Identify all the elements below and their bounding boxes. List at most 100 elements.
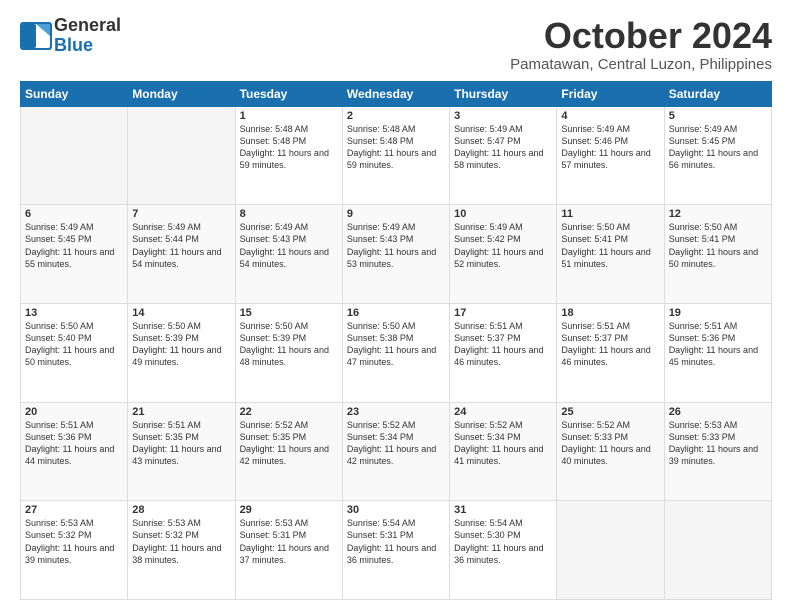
location: Pamatawan, Central Luzon, Philippines [510,56,772,73]
day-number: 23 [347,406,445,418]
table-row: 1 Sunrise: 5:48 AM Sunset: 5:48 PM Dayli… [235,106,342,205]
day-number: 15 [240,307,338,319]
table-row [557,501,664,600]
table-row: 4 Sunrise: 5:49 AM Sunset: 5:46 PM Dayli… [557,106,664,205]
day-number: 14 [132,307,230,319]
table-row: 17 Sunrise: 5:51 AM Sunset: 5:37 PM Dayl… [450,303,557,402]
cell-content: Sunrise: 5:54 AM Sunset: 5:31 PM Dayligh… [347,517,445,566]
table-row: 26 Sunrise: 5:53 AM Sunset: 5:33 PM Dayl… [664,402,771,501]
cell-content: Sunrise: 5:49 AM Sunset: 5:45 PM Dayligh… [669,123,767,172]
day-number: 19 [669,307,767,319]
cell-content: Sunrise: 5:53 AM Sunset: 5:32 PM Dayligh… [25,517,123,566]
table-row: 10 Sunrise: 5:49 AM Sunset: 5:42 PM Dayl… [450,205,557,304]
table-row: 11 Sunrise: 5:50 AM Sunset: 5:41 PM Dayl… [557,205,664,304]
table-row: 12 Sunrise: 5:50 AM Sunset: 5:41 PM Dayl… [664,205,771,304]
logo: General Blue [20,16,121,56]
cell-content: Sunrise: 5:49 AM Sunset: 5:42 PM Dayligh… [454,221,552,270]
cell-content: Sunrise: 5:49 AM Sunset: 5:44 PM Dayligh… [132,221,230,270]
header: General Blue October 2024 Pamatawan, Cen… [20,16,772,73]
cell-content: Sunrise: 5:49 AM Sunset: 5:43 PM Dayligh… [347,221,445,270]
cell-content: Sunrise: 5:48 AM Sunset: 5:48 PM Dayligh… [240,123,338,172]
day-number: 9 [347,208,445,220]
cell-content: Sunrise: 5:54 AM Sunset: 5:30 PM Dayligh… [454,517,552,566]
cell-content: Sunrise: 5:51 AM Sunset: 5:37 PM Dayligh… [454,320,552,369]
cell-content: Sunrise: 5:48 AM Sunset: 5:48 PM Dayligh… [347,123,445,172]
table-row: 22 Sunrise: 5:52 AM Sunset: 5:35 PM Dayl… [235,402,342,501]
table-row [128,106,235,205]
table-row [21,106,128,205]
cell-content: Sunrise: 5:53 AM Sunset: 5:32 PM Dayligh… [132,517,230,566]
cell-content: Sunrise: 5:51 AM Sunset: 5:36 PM Dayligh… [669,320,767,369]
day-number: 3 [454,110,552,122]
day-number: 20 [25,406,123,418]
day-number: 7 [132,208,230,220]
day-number: 22 [240,406,338,418]
cell-content: Sunrise: 5:51 AM Sunset: 5:35 PM Dayligh… [132,419,230,468]
table-row: 3 Sunrise: 5:49 AM Sunset: 5:47 PM Dayli… [450,106,557,205]
cell-content: Sunrise: 5:50 AM Sunset: 5:41 PM Dayligh… [561,221,659,270]
title-block: October 2024 Pamatawan, Central Luzon, P… [510,16,772,73]
cell-content: Sunrise: 5:49 AM Sunset: 5:45 PM Dayligh… [25,221,123,270]
calendar-week-row: 20 Sunrise: 5:51 AM Sunset: 5:36 PM Dayl… [21,402,772,501]
table-row: 5 Sunrise: 5:49 AM Sunset: 5:45 PM Dayli… [664,106,771,205]
col-thursday: Thursday [450,81,557,106]
cell-content: Sunrise: 5:50 AM Sunset: 5:40 PM Dayligh… [25,320,123,369]
day-number: 24 [454,406,552,418]
day-number: 17 [454,307,552,319]
cell-content: Sunrise: 5:51 AM Sunset: 5:37 PM Dayligh… [561,320,659,369]
cell-content: Sunrise: 5:49 AM Sunset: 5:46 PM Dayligh… [561,123,659,172]
day-number: 11 [561,208,659,220]
day-number: 21 [132,406,230,418]
logo-blue: Blue [54,35,93,55]
col-sunday: Sunday [21,81,128,106]
day-number: 27 [25,504,123,516]
cell-content: Sunrise: 5:49 AM Sunset: 5:43 PM Dayligh… [240,221,338,270]
day-number: 18 [561,307,659,319]
day-number: 29 [240,504,338,516]
table-row [664,501,771,600]
cell-content: Sunrise: 5:52 AM Sunset: 5:34 PM Dayligh… [454,419,552,468]
day-number: 16 [347,307,445,319]
table-row: 28 Sunrise: 5:53 AM Sunset: 5:32 PM Dayl… [128,501,235,600]
cell-content: Sunrise: 5:50 AM Sunset: 5:38 PM Dayligh… [347,320,445,369]
table-row: 16 Sunrise: 5:50 AM Sunset: 5:38 PM Dayl… [342,303,449,402]
calendar-week-row: 6 Sunrise: 5:49 AM Sunset: 5:45 PM Dayli… [21,205,772,304]
table-row: 23 Sunrise: 5:52 AM Sunset: 5:34 PM Dayl… [342,402,449,501]
cell-content: Sunrise: 5:50 AM Sunset: 5:41 PM Dayligh… [669,221,767,270]
col-tuesday: Tuesday [235,81,342,106]
col-friday: Friday [557,81,664,106]
cell-content: Sunrise: 5:50 AM Sunset: 5:39 PM Dayligh… [132,320,230,369]
cell-content: Sunrise: 5:52 AM Sunset: 5:34 PM Dayligh… [347,419,445,468]
month-title: October 2024 [510,16,772,56]
cell-content: Sunrise: 5:50 AM Sunset: 5:39 PM Dayligh… [240,320,338,369]
logo-icon [20,22,52,50]
table-row: 9 Sunrise: 5:49 AM Sunset: 5:43 PM Dayli… [342,205,449,304]
day-number: 4 [561,110,659,122]
table-row: 14 Sunrise: 5:50 AM Sunset: 5:39 PM Dayl… [128,303,235,402]
day-number: 8 [240,208,338,220]
col-monday: Monday [128,81,235,106]
cell-content: Sunrise: 5:53 AM Sunset: 5:33 PM Dayligh… [669,419,767,468]
day-number: 10 [454,208,552,220]
logo-general: General [54,15,121,35]
cell-content: Sunrise: 5:52 AM Sunset: 5:35 PM Dayligh… [240,419,338,468]
table-row: 15 Sunrise: 5:50 AM Sunset: 5:39 PM Dayl… [235,303,342,402]
table-row: 25 Sunrise: 5:52 AM Sunset: 5:33 PM Dayl… [557,402,664,501]
table-row: 13 Sunrise: 5:50 AM Sunset: 5:40 PM Dayl… [21,303,128,402]
col-wednesday: Wednesday [342,81,449,106]
day-number: 2 [347,110,445,122]
calendar-week-row: 13 Sunrise: 5:50 AM Sunset: 5:40 PM Dayl… [21,303,772,402]
day-number: 25 [561,406,659,418]
table-row: 30 Sunrise: 5:54 AM Sunset: 5:31 PM Dayl… [342,501,449,600]
table-row: 2 Sunrise: 5:48 AM Sunset: 5:48 PM Dayli… [342,106,449,205]
cell-content: Sunrise: 5:51 AM Sunset: 5:36 PM Dayligh… [25,419,123,468]
table-row: 21 Sunrise: 5:51 AM Sunset: 5:35 PM Dayl… [128,402,235,501]
table-row: 8 Sunrise: 5:49 AM Sunset: 5:43 PM Dayli… [235,205,342,304]
day-number: 1 [240,110,338,122]
calendar-week-row: 27 Sunrise: 5:53 AM Sunset: 5:32 PM Dayl… [21,501,772,600]
cell-content: Sunrise: 5:49 AM Sunset: 5:47 PM Dayligh… [454,123,552,172]
calendar-table: Sunday Monday Tuesday Wednesday Thursday… [20,81,772,600]
calendar-week-row: 1 Sunrise: 5:48 AM Sunset: 5:48 PM Dayli… [21,106,772,205]
cell-content: Sunrise: 5:52 AM Sunset: 5:33 PM Dayligh… [561,419,659,468]
table-row: 6 Sunrise: 5:49 AM Sunset: 5:45 PM Dayli… [21,205,128,304]
